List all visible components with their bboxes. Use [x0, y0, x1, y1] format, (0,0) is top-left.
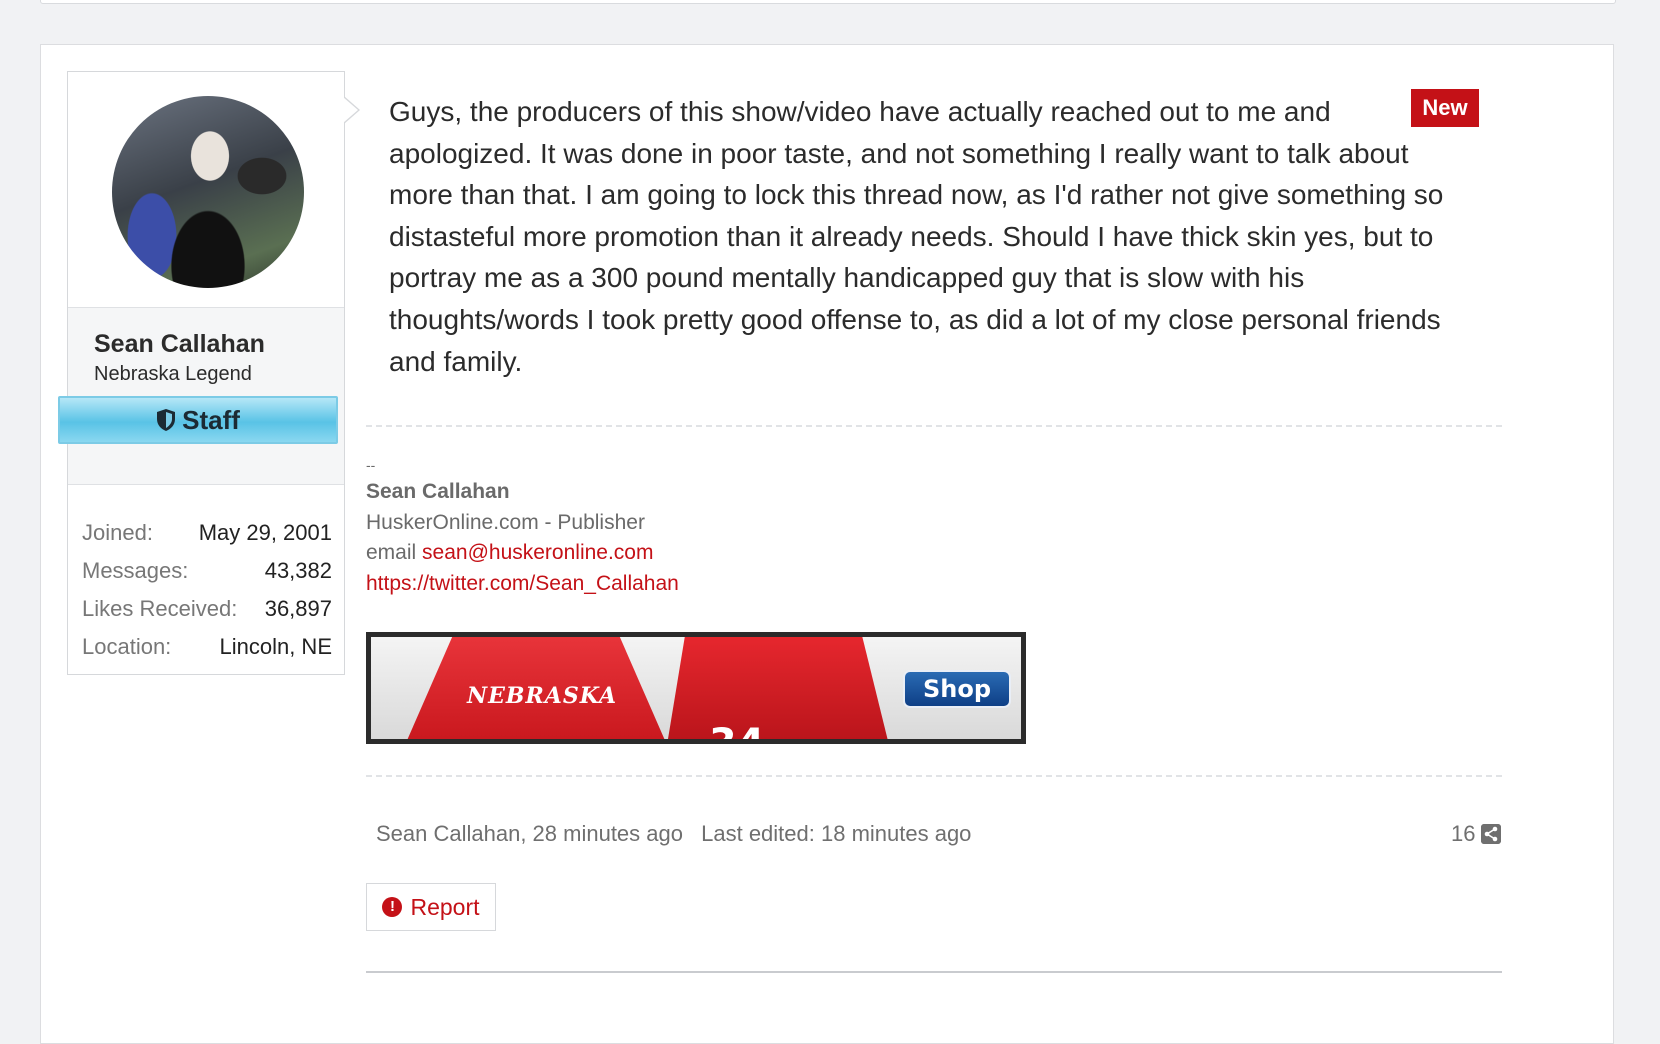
share-icon[interactable]	[1481, 824, 1502, 844]
user-name-block: Sean Callahan Nebraska Legend Staff	[58, 307, 344, 485]
stat-label: Location:	[82, 634, 172, 659]
message-body: Guys, the producers of this show/video h…	[389, 96, 1444, 377]
signature-email-prefix: email	[366, 541, 417, 564]
post-bottom-border	[366, 971, 1502, 973]
forum-post: Sean Callahan Nebraska Legend Staff Join…	[40, 44, 1614, 1044]
avatar-area	[68, 72, 344, 307]
footer-divider	[366, 775, 1502, 777]
staff-banner: Staff	[58, 396, 338, 444]
stat-label: Joined:	[82, 520, 153, 545]
callout-arrow	[343, 96, 360, 124]
post-meta: Sean Callahan, 28 minutes ago Last edite…	[376, 821, 983, 847]
user-title: Nebraska Legend	[94, 363, 252, 385]
stat-joined: Joined: May 29, 2001	[82, 514, 332, 552]
alert-icon: !	[382, 897, 403, 917]
signature-email-link[interactable]: sean@huskeronline.com	[422, 541, 653, 564]
signature: -- Sean Callahan HuskerOnline.com - Publ…	[366, 455, 679, 599]
signature-twitter-link[interactable]: https://twitter.com/Sean_Callahan	[366, 572, 679, 595]
post-last-edited: Last edited: 18 minutes ago	[701, 821, 972, 846]
report-button[interactable]: ! Report	[366, 883, 496, 931]
shield-icon	[157, 409, 176, 431]
stat-messages: Messages: 43,382	[82, 552, 332, 590]
stat-label: Messages:	[82, 558, 189, 583]
staff-banner-label: Staff	[182, 404, 240, 435]
stat-likes: Likes Received: 36,897	[82, 590, 332, 628]
signature-role: HuskerOnline.com - Publisher	[366, 510, 645, 534]
shop-button[interactable]: Shop	[903, 670, 1011, 708]
signature-name: Sean Callahan	[366, 480, 510, 503]
signature-divider	[366, 425, 1502, 427]
signature-email-line: email sean@huskeronline.com	[366, 538, 679, 569]
report-label: Report	[410, 893, 480, 920]
shop-ad-banner[interactable]: NEBRASKA 34 Shop	[366, 632, 1026, 744]
jersey-number: 34	[709, 721, 765, 744]
stat-value[interactable]: Lincoln, NE	[219, 634, 332, 660]
stat-value: 36,897	[264, 596, 332, 621]
stat-location: Location: Lincoln, NE	[82, 628, 332, 666]
stat-value[interactable]: 43,382	[265, 558, 332, 584]
username-link[interactable]: Sean Callahan	[94, 330, 265, 359]
stat-label: Likes Received:	[82, 596, 238, 621]
jersey-image-2	[667, 637, 889, 739]
stat-value: May 29, 2001	[198, 520, 332, 545]
jersey-text: NEBRASKA	[467, 683, 618, 709]
post-author-time[interactable]: Sean Callahan, 28 minutes ago	[376, 821, 683, 846]
post-number-link[interactable]: 16	[1451, 821, 1502, 847]
previous-post-edge	[40, 0, 1616, 4]
post-number[interactable]: 16	[1451, 821, 1475, 847]
signature-dash: --	[366, 457, 376, 473]
user-card: Sean Callahan Nebraska Legend Staff Join…	[58, 71, 360, 675]
avatar[interactable]	[112, 96, 304, 288]
user-stats: Joined: May 29, 2001 Messages: 43,382 Li…	[82, 514, 332, 666]
